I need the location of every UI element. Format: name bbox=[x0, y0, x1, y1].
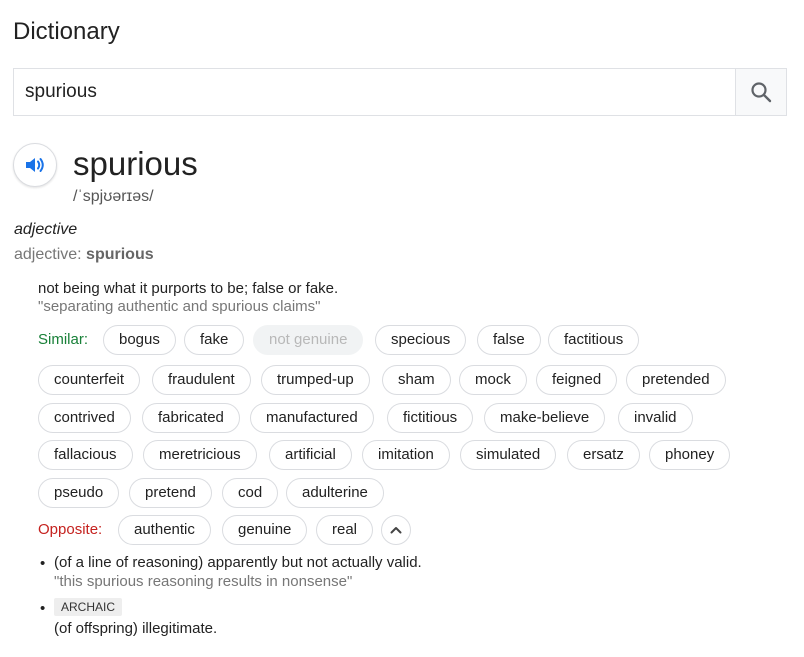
similar-chip[interactable]: contrived bbox=[38, 403, 131, 433]
similar-chip[interactable]: factitious bbox=[548, 325, 640, 355]
similar-chip[interactable]: meretricious bbox=[143, 440, 257, 470]
opposite-chip[interactable]: genuine bbox=[222, 515, 308, 545]
similar-chip[interactable]: bogus bbox=[103, 325, 176, 355]
similar-chip[interactable]: cod bbox=[222, 478, 279, 508]
search-button[interactable] bbox=[735, 69, 786, 115]
similar-chip[interactable]: feigned bbox=[536, 365, 618, 395]
opposite-chip[interactable]: real bbox=[316, 515, 374, 545]
phonetic: /ˈspjʊərɪəs/ bbox=[73, 188, 154, 205]
definition-2: (of a line of reasoning) apparently but … bbox=[54, 554, 422, 571]
similar-chip[interactable]: simulated bbox=[460, 440, 557, 470]
example-2: "this spurious reasoning results in nons… bbox=[54, 573, 353, 590]
similar-chip[interactable]: fabricated bbox=[142, 403, 240, 433]
similar-chip[interactable]: invalid bbox=[618, 403, 693, 433]
chevron-up-icon bbox=[390, 527, 402, 534]
page-title: Dictionary bbox=[13, 18, 120, 45]
similar-chip[interactable]: trumped-up bbox=[261, 365, 370, 395]
search-box bbox=[13, 68, 787, 116]
similar-chip[interactable]: ersatz bbox=[567, 440, 640, 470]
similar-chip[interactable]: mock bbox=[459, 365, 527, 395]
bullet-icon: • bbox=[40, 600, 46, 617]
similar-chip[interactable]: phoney bbox=[649, 440, 731, 470]
similar-chip[interactable]: false bbox=[477, 325, 541, 355]
similar-chip[interactable]: imitation bbox=[362, 440, 450, 470]
similar-chip[interactable]: manufactured bbox=[250, 403, 374, 433]
collapse-button[interactable] bbox=[381, 515, 411, 545]
similar-chip[interactable]: sham bbox=[382, 365, 451, 395]
example-1: "separating authentic and spurious claim… bbox=[38, 298, 321, 315]
similar-chip[interactable]: adulterine bbox=[286, 478, 384, 508]
speaker-icon bbox=[26, 158, 44, 172]
bullet-icon: • bbox=[40, 555, 46, 572]
similar-chip[interactable]: not genuine bbox=[253, 325, 364, 355]
opposite-chip[interactable]: authentic bbox=[118, 515, 211, 545]
similar-chip[interactable]: artificial bbox=[269, 440, 352, 470]
register-badge: ARCHAIC bbox=[54, 598, 123, 616]
headword: spurious bbox=[73, 145, 198, 182]
search-icon bbox=[751, 82, 772, 103]
similar-label: Similar: bbox=[38, 331, 89, 348]
similar-chip[interactable]: pretended bbox=[626, 365, 726, 395]
similar-chip[interactable]: counterfeit bbox=[38, 365, 141, 395]
similar-chip[interactable]: pretend bbox=[129, 478, 212, 508]
similar-chip[interactable]: fake bbox=[184, 325, 245, 355]
similar-chip[interactable]: make-believe bbox=[484, 403, 606, 433]
opposite-label: Opposite: bbox=[38, 521, 103, 538]
similar-chip[interactable]: pseudo bbox=[38, 478, 120, 508]
part-of-speech: adjective bbox=[14, 221, 78, 238]
pronunciation-button[interactable] bbox=[13, 143, 57, 187]
pos-line: adjective: spurious bbox=[14, 246, 154, 264]
similar-chip[interactable]: fallacious bbox=[38, 440, 133, 470]
definition-1: not being what it purports to be; false … bbox=[38, 280, 339, 297]
definition-3: (of offspring) illegitimate. bbox=[54, 620, 218, 637]
pos-prefix: adjective: bbox=[14, 246, 87, 263]
pos-word: spurious bbox=[86, 246, 154, 263]
similar-chip[interactable]: fictitious bbox=[387, 403, 474, 433]
search-input[interactable] bbox=[14, 69, 735, 115]
similar-chip[interactable]: fraudulent bbox=[152, 365, 251, 395]
similar-chip[interactable]: specious bbox=[375, 325, 467, 355]
